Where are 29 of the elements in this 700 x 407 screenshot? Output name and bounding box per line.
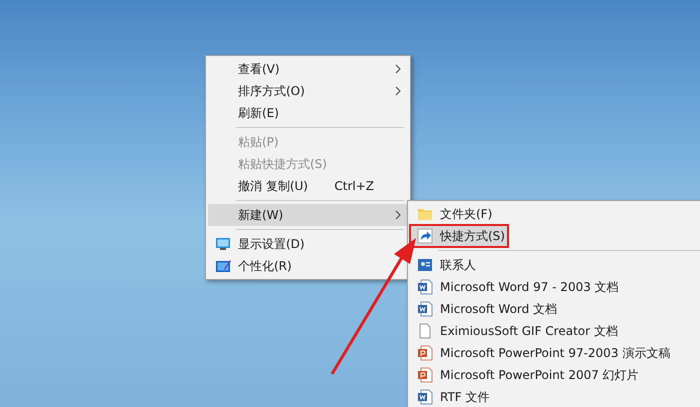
menu-item[interactable]: RTF 文件 (410, 386, 700, 407)
word-document-icon (417, 279, 433, 295)
menu-item[interactable]: Microsoft PowerPoint 97-2003 演示文稿 (410, 342, 700, 364)
menu-item[interactable]: 撤消 复制(U) Ctrl+Z (208, 175, 408, 197)
menu-item[interactable]: Microsoft PowerPoint 2007 幻灯片 (410, 364, 700, 386)
menu-item[interactable]: 刷新(E) (208, 102, 408, 124)
folder-icon (417, 206, 433, 222)
powerpoint-document-icon (417, 367, 433, 383)
chevron-right-icon (395, 86, 401, 96)
menu-item[interactable]: 新建(W) (208, 204, 408, 226)
menu-item[interactable]: Microsoft Word 文档 (410, 298, 700, 320)
menu-item[interactable]: 文件夹(F) (410, 203, 700, 225)
word-document-icon (417, 301, 433, 317)
monitor-brush-icon (215, 258, 231, 274)
shortcut-key: Ctrl+Z (334, 179, 374, 193)
menu-item[interactable]: 联系人 (410, 254, 700, 276)
menu-item[interactable]: 快捷方式(S) (410, 225, 508, 247)
chevron-right-icon (395, 210, 401, 220)
contact-card-icon (417, 257, 433, 273)
menu-item[interactable]: 排序方式(O) (208, 80, 408, 102)
blank-document-icon (417, 323, 433, 339)
chevron-right-icon (395, 64, 401, 74)
menu-item[interactable]: Microsoft Word 97 - 2003 文档 (410, 276, 700, 298)
monitor-icon (215, 236, 231, 252)
menu-item[interactable]: 个性化(R) (208, 255, 408, 277)
menu-item[interactable]: EximiousSoft GIF Creator 文档 (410, 320, 700, 342)
word-document-icon (417, 389, 433, 405)
menu-item[interactable]: 查看(V) (208, 58, 408, 80)
powerpoint-document-icon (417, 345, 433, 361)
